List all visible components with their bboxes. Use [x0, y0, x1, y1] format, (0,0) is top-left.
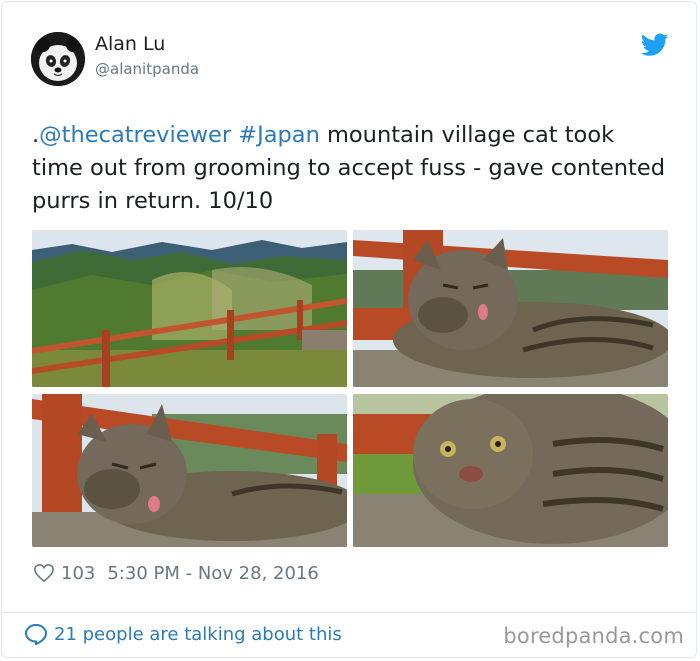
tweet-timestamp[interactable]: 5:30 PM - Nov 28, 2016: [107, 563, 318, 584]
panda-avatar-icon: [31, 32, 85, 86]
cat-grooming-photo-1[interactable]: [353, 230, 668, 387]
divider: [2, 612, 695, 613]
speech-bubble-icon: [24, 623, 48, 645]
author-name[interactable]: Alan Lu: [95, 33, 165, 55]
talking-link[interactable]: 21 people are talking about this: [24, 623, 342, 645]
hashtag-link[interactable]: #Japan: [238, 122, 320, 148]
talking-label[interactable]: 21 people are talking about this: [54, 624, 342, 645]
twitter-bird-icon[interactable]: [641, 33, 669, 57]
tweet-text: .@thecatreviewer #Japan mountain village…: [32, 119, 672, 218]
boredpanda-watermark: boredpanda.com: [503, 624, 684, 648]
cat-grooming-photo-2[interactable]: [32, 394, 347, 547]
tweet-meta: 103 5:30 PM - Nov 28, 2016: [33, 560, 319, 586]
like-count[interactable]: 103: [61, 563, 95, 584]
cat-closeup-photo[interactable]: [353, 394, 668, 547]
author-handle[interactable]: @alanitpanda: [95, 60, 199, 78]
avatar[interactable]: [31, 32, 85, 86]
mountain-village-photo[interactable]: [32, 230, 347, 387]
heart-icon[interactable]: [33, 563, 55, 583]
mention-link[interactable]: @thecatreviewer: [39, 122, 231, 148]
